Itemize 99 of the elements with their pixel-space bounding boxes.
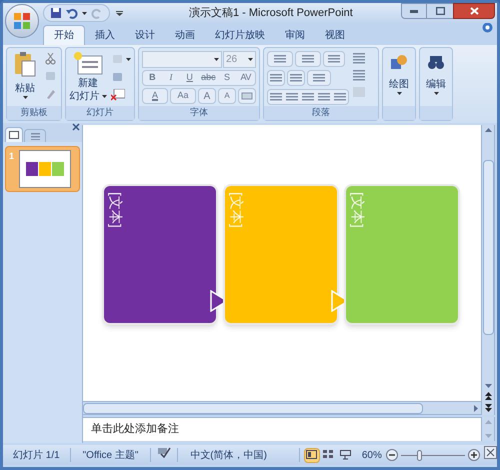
- shrink-font-button[interactable]: A: [218, 88, 236, 104]
- save-icon[interactable]: [50, 7, 62, 19]
- slide-number: 1: [9, 150, 16, 163]
- change-case-button[interactable]: Aa: [170, 88, 196, 104]
- notes-pane[interactable]: 单击此处添加备注: [83, 417, 481, 441]
- text-box-shape[interactable]: [文本]: [102, 184, 218, 325]
- paste-button[interactable]: 粘贴: [10, 51, 40, 106]
- font-size-field[interactable]: 26: [223, 51, 256, 68]
- shapes-icon: [389, 53, 409, 71]
- group-label: 字体: [190, 106, 208, 120]
- new-slide-button[interactable]: 新建 幻灯片: [69, 51, 107, 106]
- outdent-icon[interactable]: [287, 70, 305, 86]
- view-button[interactable]: [338, 448, 354, 462]
- format-button[interactable]: S: [218, 71, 236, 85]
- maximize-icon: [436, 7, 444, 15]
- redo-icon[interactable]: [91, 7, 103, 19]
- notes-scrollbar[interactable]: [481, 417, 495, 441]
- format-button[interactable]: U: [180, 71, 200, 85]
- window-title: 演示文稿1 - Microsoft PowerPoint: [189, 6, 353, 21]
- group-footer: [420, 106, 452, 120]
- group-footer: [383, 106, 415, 120]
- scrollbar-thumb[interactable]: [83, 402, 423, 414]
- view-button[interactable]: [304, 448, 320, 462]
- horizontal-scrollbar[interactable]: [83, 401, 481, 415]
- delete-slide-icon[interactable]: [110, 88, 125, 102]
- scroll-up-icon[interactable]: [484, 420, 492, 424]
- drawing-button[interactable]: 绘图: [386, 51, 412, 106]
- scroll-up-icon[interactable]: [484, 128, 492, 132]
- caret-icon: [126, 58, 131, 60]
- office-logo: [13, 12, 31, 30]
- caret-icon: [102, 95, 106, 98]
- maximize-button[interactable]: [427, 3, 453, 19]
- zoom-level: 60%: [360, 448, 383, 462]
- thumbnail-shape: [39, 162, 51, 176]
- numbering-icon[interactable]: [295, 51, 321, 67]
- format-button[interactable]: abc: [199, 71, 218, 85]
- shape-text: [文本]: [107, 192, 125, 228]
- thumbnail-shape: [26, 162, 38, 176]
- theme-name: "Office 主题": [82, 448, 140, 462]
- ribbon-tab[interactable]: 审阅: [275, 25, 315, 45]
- ribbon-tab[interactable]: 插入: [85, 25, 125, 45]
- format-button[interactable]: AV: [236, 71, 256, 85]
- line-spacing-icon[interactable]: [323, 51, 345, 67]
- customize-icon[interactable]: [116, 11, 123, 17]
- editing-button[interactable]: 编辑: [423, 51, 449, 106]
- format-button[interactable]: I: [162, 71, 180, 85]
- language: 中文(简体，中国): [189, 448, 268, 462]
- group-label: 幻灯片: [86, 106, 114, 120]
- close-icon: [470, 7, 478, 15]
- group-label: 段落: [312, 106, 330, 120]
- scissors-icon[interactable]: [43, 52, 58, 66]
- vertical-scrollbar[interactable]: [481, 125, 495, 415]
- font-name-field[interactable]: [142, 51, 222, 68]
- scroll-down-icon[interactable]: [484, 434, 492, 438]
- caret-icon: [396, 92, 402, 95]
- scroll-down-icon[interactable]: [484, 384, 492, 388]
- next-slide-icon[interactable]: [484, 404, 492, 412]
- shape-text: [文本]: [228, 192, 246, 228]
- binoculars-icon: [426, 53, 446, 71]
- clipboard-icon: [13, 51, 37, 77]
- indent-icon[interactable]: [267, 70, 285, 86]
- minimize-button[interactable]: [401, 3, 427, 19]
- caret-icon: [22, 96, 28, 99]
- shape-text: [文本]: [349, 192, 367, 228]
- zoom-in-icon[interactable]: [468, 449, 480, 461]
- caret-icon: [248, 58, 253, 61]
- new-slide-icon: [73, 51, 103, 75]
- caret-icon: [214, 58, 219, 61]
- ribbon-tab[interactable]: 开始: [43, 25, 85, 45]
- close-icon[interactable]: [72, 123, 80, 131]
- spellcheck-icon[interactable]: [157, 447, 172, 458]
- close-button[interactable]: [453, 3, 495, 19]
- group-label: 剪贴板: [20, 106, 48, 120]
- thumbnail-shape: [52, 162, 64, 176]
- ribbon-tab[interactable]: 设计: [125, 25, 165, 45]
- slides-tab-icon[interactable]: [5, 127, 23, 142]
- office-button[interactable]: [5, 4, 39, 38]
- minimize-icon: [410, 10, 418, 12]
- caret-icon: [434, 92, 438, 95]
- zoom-slider[interactable]: [400, 449, 466, 461]
- bullets-icon[interactable]: [267, 51, 293, 67]
- scroll-right-icon[interactable]: [474, 405, 478, 412]
- scrollbar-thumb[interactable]: [482, 160, 494, 335]
- slider-thumb[interactable]: [417, 450, 422, 460]
- notes-placeholder: 单击此处添加备注: [91, 422, 179, 438]
- grow-font-button[interactable]: A: [198, 88, 216, 104]
- fit-window-icon[interactable]: [484, 446, 498, 459]
- previous-slide-icon[interactable]: [484, 392, 492, 400]
- caret-icon: [82, 12, 87, 14]
- undo-icon[interactable]: [66, 7, 78, 19]
- ribbon-tab[interactable]: 动画: [165, 25, 205, 45]
- format-button[interactable]: B: [143, 71, 162, 85]
- ribbon-tab[interactable]: 幻灯片放映: [205, 25, 275, 45]
- help-icon[interactable]: [482, 22, 493, 33]
- slide-counter: 幻灯片 1/1: [12, 448, 61, 462]
- ribbon-tab[interactable]: 视图: [315, 25, 355, 45]
- columns-icon[interactable]: [307, 70, 331, 86]
- zoom-out-icon[interactable]: [386, 449, 398, 461]
- font-color-button[interactable]: A: [142, 88, 168, 104]
